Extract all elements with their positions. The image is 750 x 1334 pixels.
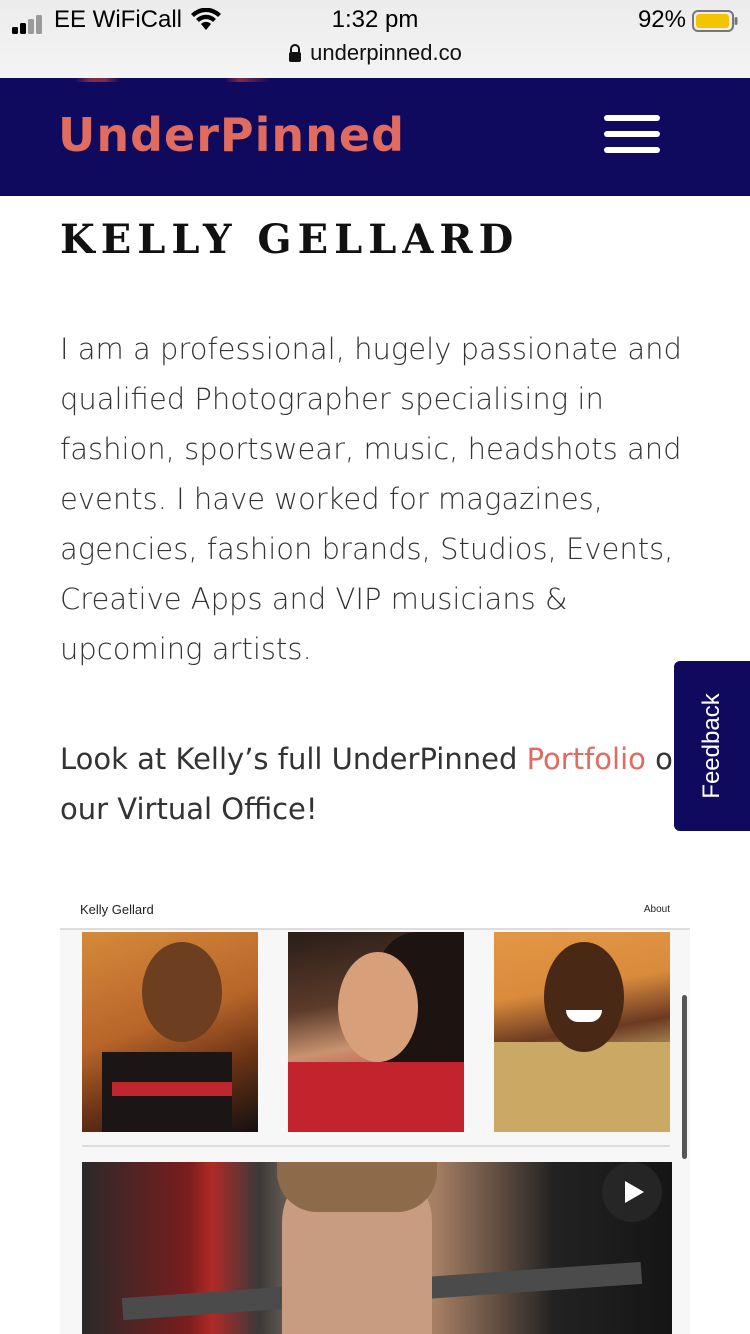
portfolio-photo [82, 932, 258, 1132]
status-bar: EE WiFiCall 1:32 pm 92% underpinned.co [0, 0, 750, 78]
play-icon [625, 1181, 644, 1203]
portfolio-photo [288, 932, 464, 1132]
feedback-label: Feedback [698, 693, 725, 799]
battery-percent: 92% [637, 6, 686, 33]
url-text: underpinned.co [310, 40, 462, 65]
feedback-tab[interactable]: Feedback [674, 661, 750, 831]
page: EE WiFiCall 1:32 pm 92% underpinned.co U… [0, 0, 750, 1334]
preview-site-name: Kelly Gellard [80, 902, 154, 917]
site-logo[interactable]: UnderPinned [58, 108, 405, 162]
portfolio-preview-image[interactable]: Kelly Gellard About [60, 890, 690, 1334]
url-bar[interactable]: underpinned.co [0, 40, 750, 70]
portfolio-sentence: Look at Kelly’s full UnderPinned Portfol… [60, 734, 710, 834]
battery-icon [692, 10, 738, 32]
preview-about-link: About [643, 904, 670, 915]
preview-scrollbar [682, 995, 687, 1159]
portfolio-photo [494, 932, 670, 1132]
play-button [602, 1162, 662, 1222]
lock-icon [289, 44, 302, 62]
profile-bio: I am a professional, hugely passionate a… [60, 332, 682, 666]
preview-header: Kelly Gellard About [60, 890, 690, 930]
portfolio-prefix: Look at Kelly’s full UnderPinned [60, 742, 527, 776]
portfolio-link[interactable]: Portfolio [527, 742, 646, 776]
hamburger-menu-icon[interactable] [604, 115, 660, 157]
profile-name: KELLY GELLARD [60, 216, 520, 263]
portfolio-video-thumbnail [82, 1162, 672, 1334]
